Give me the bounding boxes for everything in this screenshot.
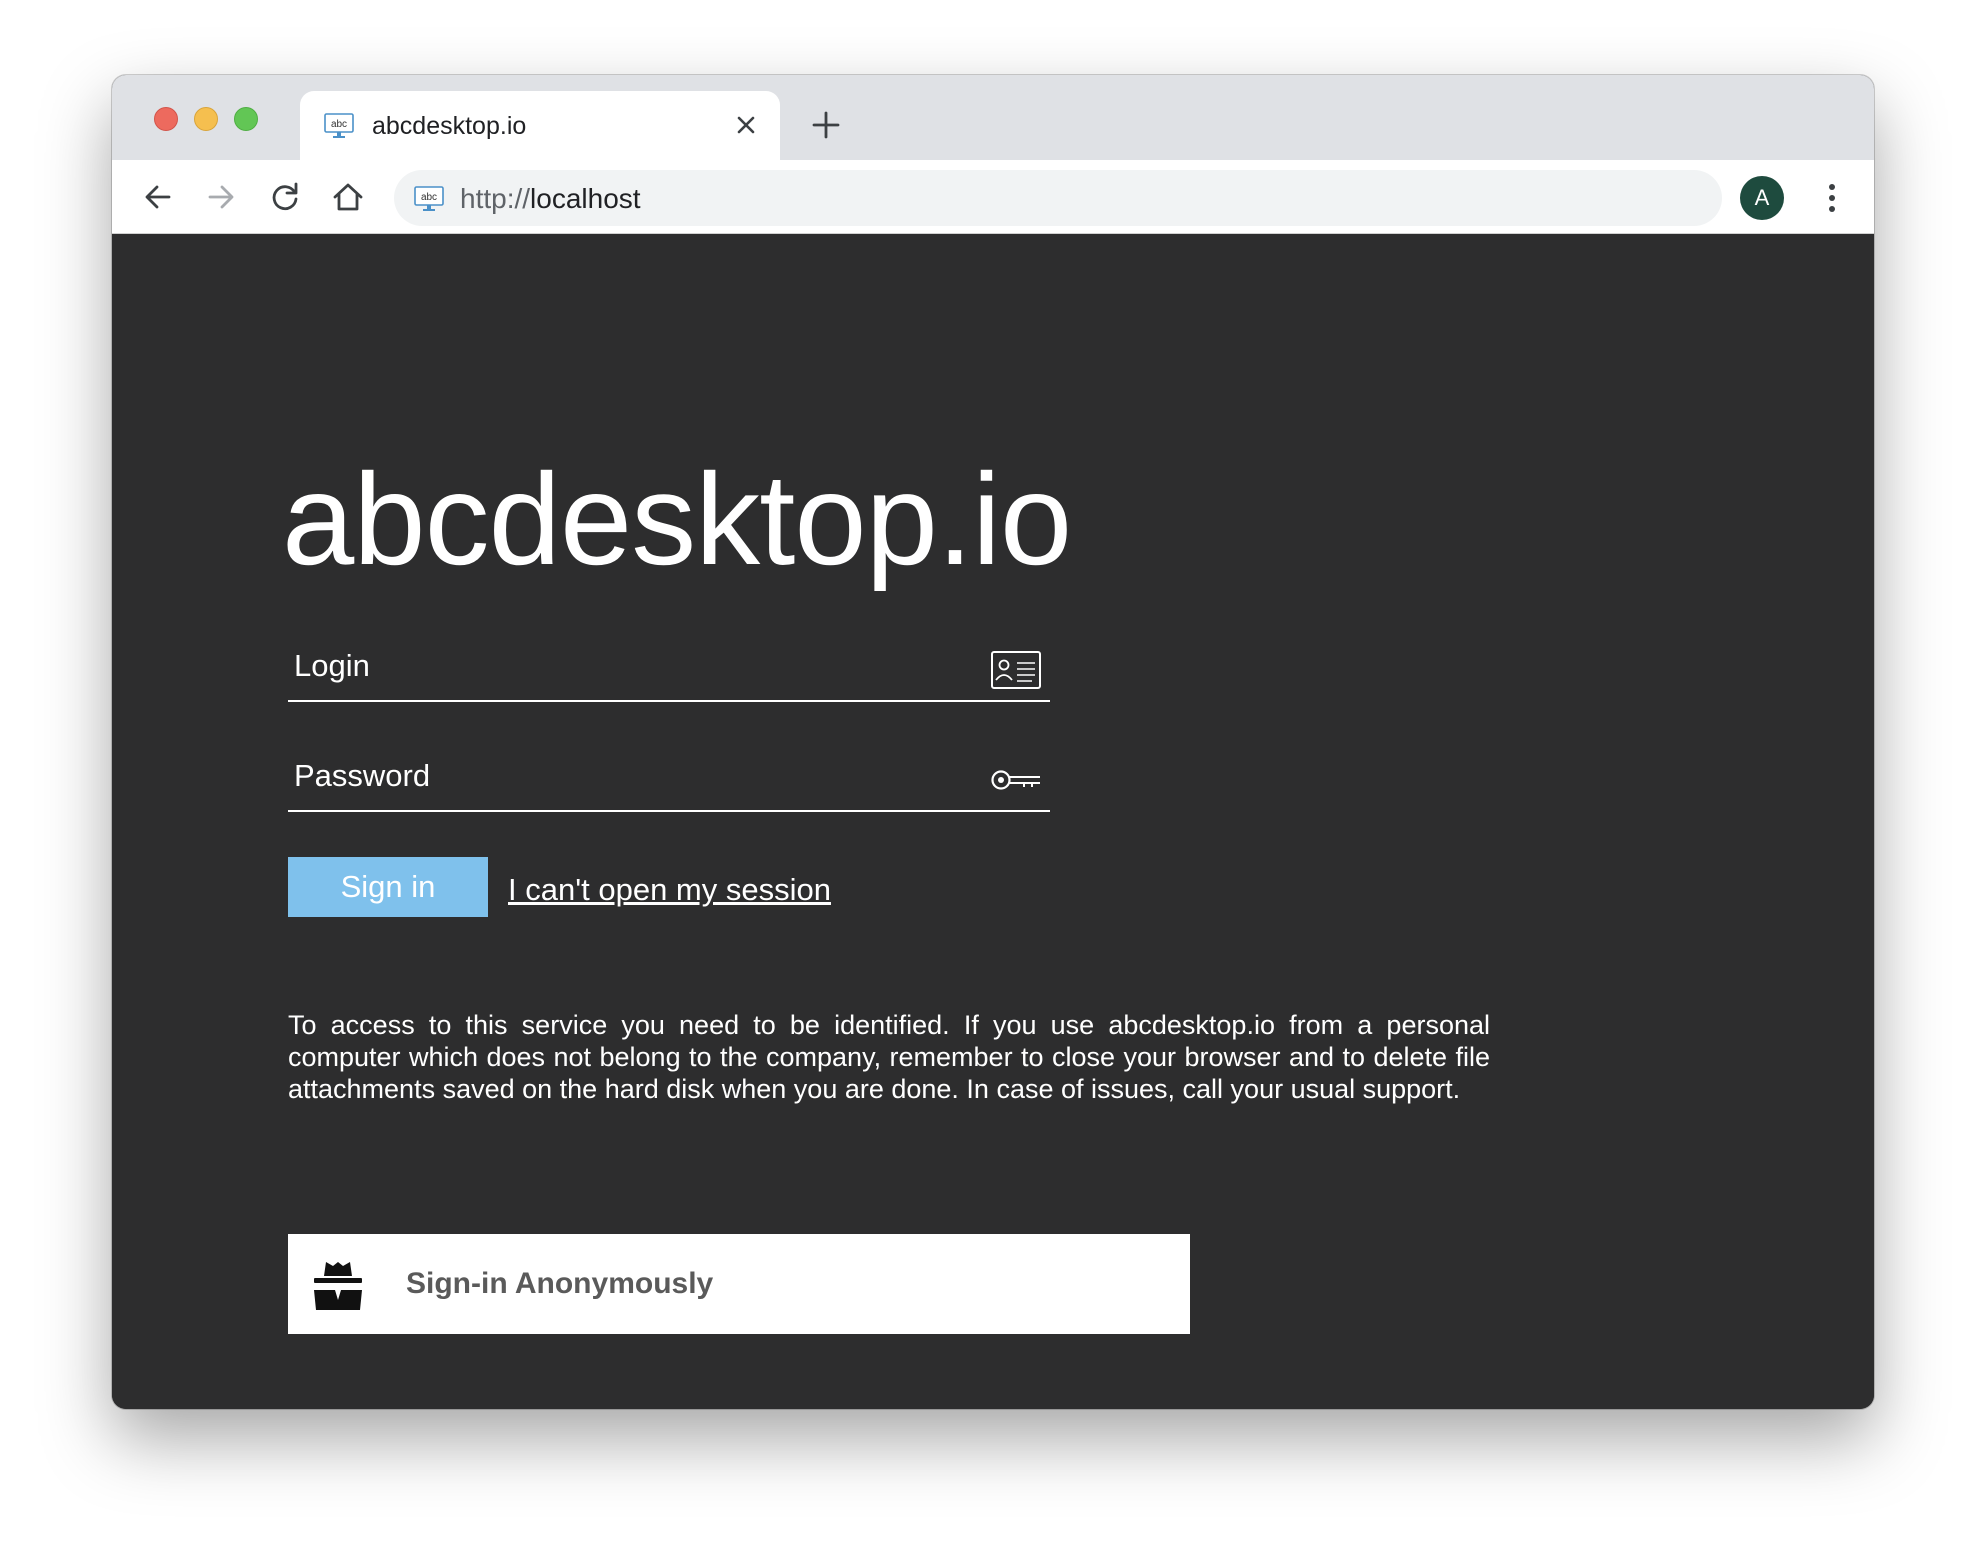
url-host: localhost [530, 183, 641, 214]
browser-toolbar: abc http://localhost A [112, 160, 1874, 234]
more-vert-icon[interactable] [1814, 178, 1850, 218]
page-title: abcdesktop.io [282, 446, 1072, 592]
abc-monitor-icon: abc [414, 186, 444, 211]
home-icon[interactable] [330, 179, 366, 215]
favicon-text: abc [421, 192, 437, 203]
plus-icon[interactable] [810, 109, 842, 141]
close-icon[interactable] [732, 111, 760, 139]
incognito-spy-icon [314, 1262, 362, 1310]
abc-monitor-icon: abc [324, 113, 354, 138]
address-url: http://localhost [460, 183, 641, 215]
minimize-window-button[interactable] [194, 107, 218, 131]
sign-in-button[interactable]: Sign in [288, 857, 488, 917]
back-arrow-icon[interactable] [140, 179, 176, 215]
forward-arrow-icon[interactable] [203, 179, 239, 215]
zoom-window-button[interactable] [234, 107, 258, 131]
sign-in-anonymously-button[interactable]: Sign-in Anonymously [288, 1234, 1190, 1334]
key-icon [991, 770, 1040, 790]
browser-tab[interactable]: abc abcdesktop.io [300, 91, 780, 160]
id-card-icon [991, 651, 1041, 689]
anonymous-label: Sign-in Anonymously [406, 1267, 714, 1300]
browser-window: abc abcdesktop.io abc http://localhost A… [112, 75, 1874, 1409]
cant-open-session-link[interactable]: I can't open my session [508, 870, 831, 910]
tab-strip: abc abcdesktop.io [112, 75, 1874, 160]
address-bar[interactable]: abc http://localhost [394, 170, 1722, 226]
close-window-button[interactable] [154, 107, 178, 131]
url-scheme: http:// [460, 183, 531, 214]
login-input[interactable] [292, 642, 972, 690]
favicon-text: abc [331, 119, 347, 130]
password-input[interactable] [292, 752, 972, 800]
tab-title: abcdesktop.io [372, 112, 527, 140]
login-field [288, 636, 1050, 702]
password-field [288, 746, 1050, 812]
reload-icon[interactable] [267, 179, 303, 215]
profile-avatar[interactable]: A [1740, 176, 1784, 220]
login-page: abcdesktop.io Sign in I can't open my se… [112, 234, 1874, 1409]
access-notice: To access to this service you need to be… [288, 1010, 1490, 1104]
